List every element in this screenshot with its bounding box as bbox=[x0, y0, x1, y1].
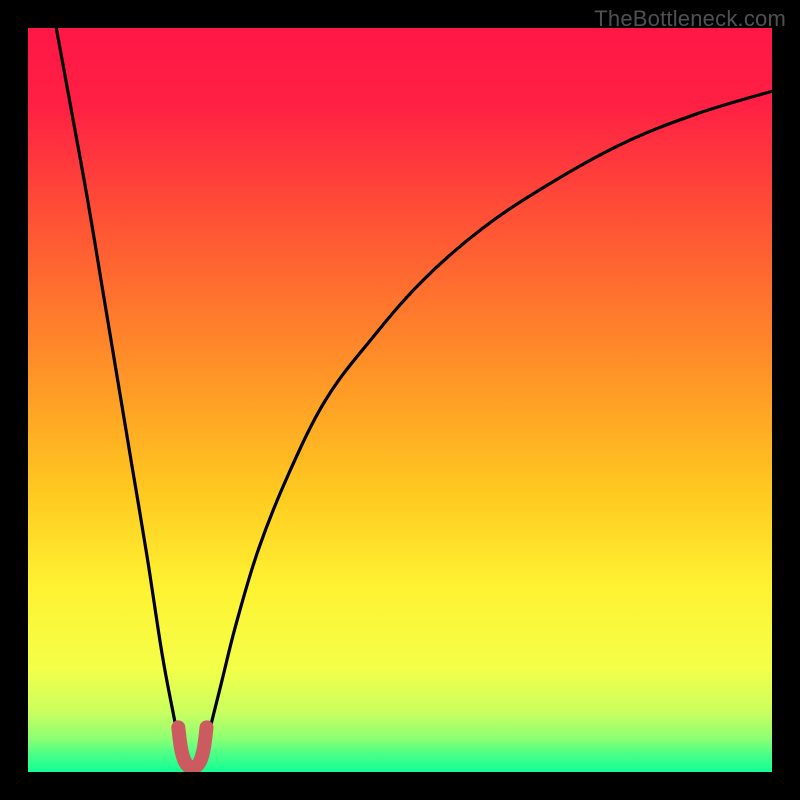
curve-tip-u bbox=[178, 727, 206, 767]
curve-left-branch bbox=[56, 28, 185, 768]
plot-area bbox=[28, 28, 772, 772]
curve-right-branch bbox=[199, 91, 772, 768]
chart-frame: TheBottleneck.com bbox=[0, 0, 800, 800]
curve-layer bbox=[28, 28, 772, 772]
